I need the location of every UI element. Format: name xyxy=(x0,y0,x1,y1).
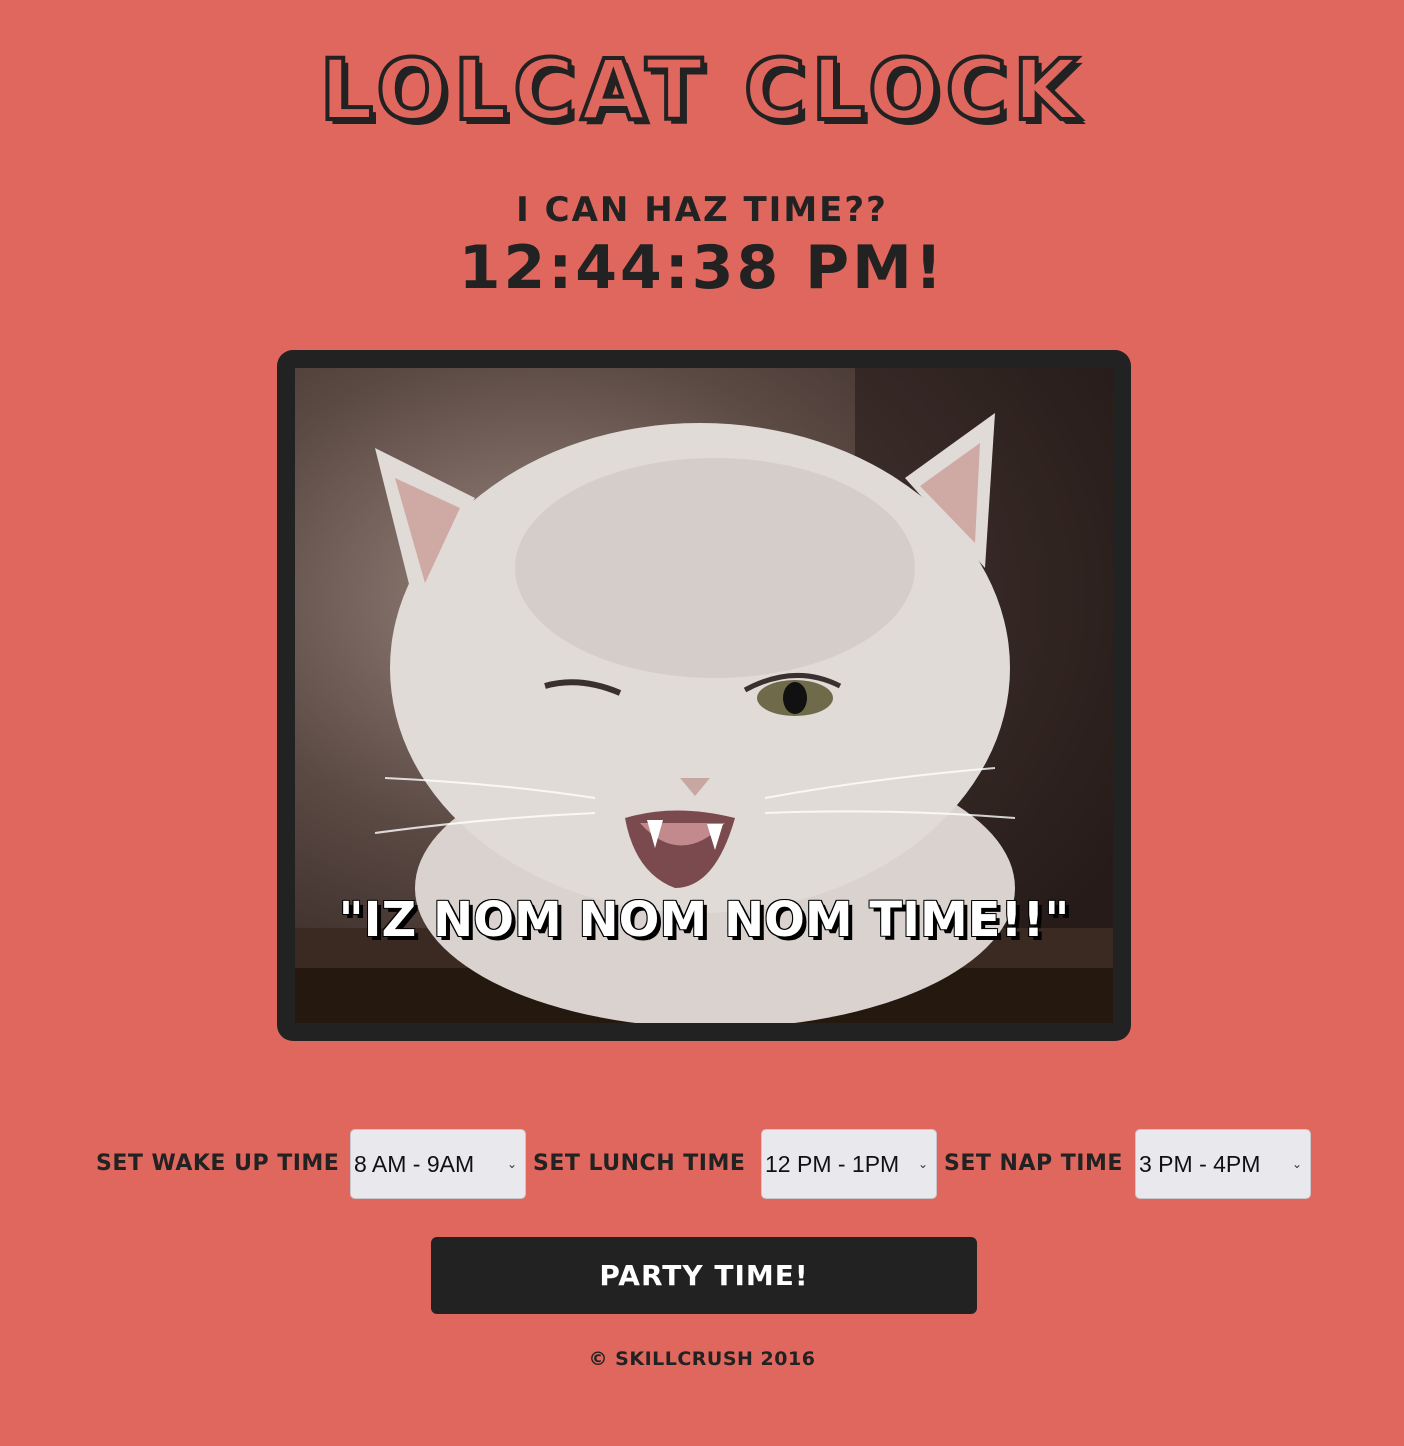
nap-time-select[interactable]: 3 PM - 4PM ⌄ xyxy=(1135,1129,1311,1199)
wake-up-time-label: SET WAKE UP TIME xyxy=(96,1151,340,1176)
lunch-time-value: 12 PM - 1PM xyxy=(765,1151,900,1177)
footer-copyright: © SKILLCRUSH 2016 xyxy=(588,1348,816,1370)
image-caption: "IZ NOM NOM NOM TIME!!" xyxy=(338,892,1070,948)
party-time-button[interactable]: PARTY TIME! xyxy=(431,1237,977,1314)
chevron-down-icon: ⌄ xyxy=(1291,1157,1302,1171)
lunch-time-label: SET LUNCH TIME xyxy=(533,1151,746,1176)
lolcat-image-frame: "IZ NOM NOM NOM TIME!!" xyxy=(277,350,1131,1041)
schedule-controls: SET WAKE UP TIME 8 AM - 9AM ⌄ SET LUNCH … xyxy=(0,1129,1404,1199)
nap-time-label: SET NAP TIME xyxy=(944,1151,1123,1176)
chevron-down-icon: ⌄ xyxy=(506,1157,517,1171)
lunch-time-select[interactable]: 12 PM - 1PM ⌄ xyxy=(761,1129,937,1199)
wake-up-time-value: 8 AM - 9AM xyxy=(354,1151,475,1177)
clock-subtitle: I CAN HAZ TIME?? xyxy=(516,190,888,230)
page-title: LOLCAT CLOCK xyxy=(318,39,1085,141)
lolcat-image: "IZ NOM NOM NOM TIME!!" xyxy=(295,368,1113,1023)
nap-time-value: 3 PM - 4PM xyxy=(1139,1151,1261,1177)
chevron-down-icon: ⌄ xyxy=(917,1157,928,1171)
wake-up-time-select[interactable]: 8 AM - 9AM ⌄ xyxy=(350,1129,526,1199)
clock-display: 12:44:38 PM! xyxy=(458,233,946,303)
